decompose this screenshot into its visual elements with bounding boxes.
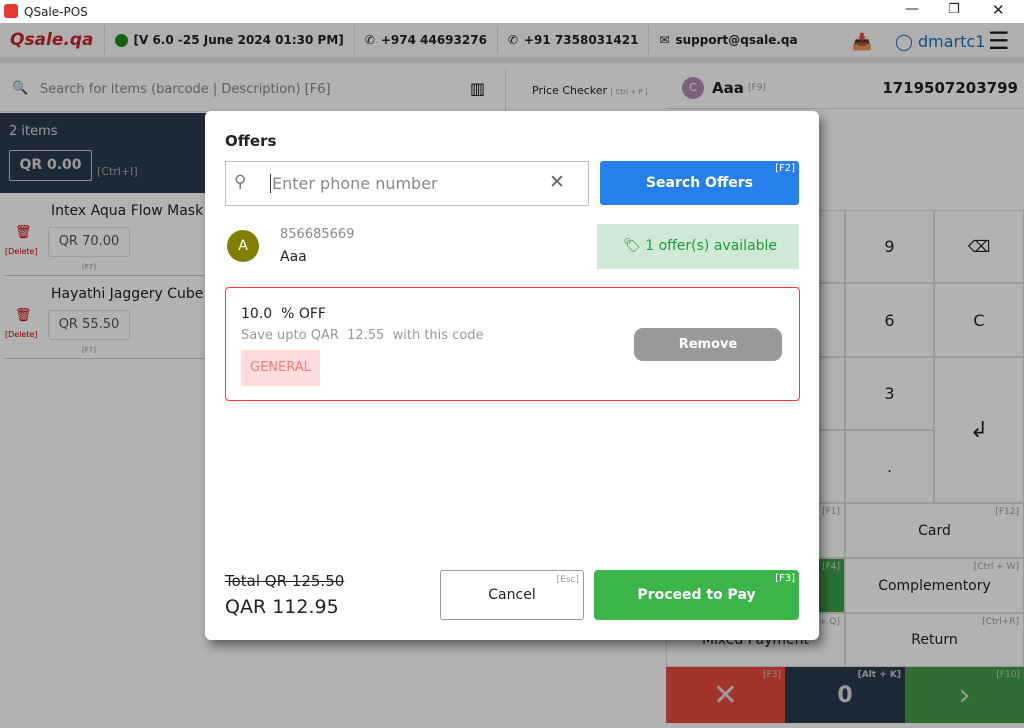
minimize-button[interactable]: — xyxy=(905,1,919,17)
phone-placeholder: Enter phone number xyxy=(270,174,438,193)
proceed-label: Proceed to Pay xyxy=(637,587,756,603)
shortcut: [F2] xyxy=(775,163,795,174)
cancel-button[interactable]: Cancel [Esc] xyxy=(440,570,584,620)
offers-dialog: Offers ⚲ Enter phone number ✕ Search Off… xyxy=(205,111,819,640)
close-window-button[interactable]: ✕ xyxy=(992,1,1005,19)
discounted-total: QAR 112.95 xyxy=(225,596,339,618)
customer-phone: 856685669 xyxy=(280,227,355,242)
search-icon: ⚲ xyxy=(234,172,247,192)
dialog-title: Offers xyxy=(225,132,277,150)
shortcut: [F3] xyxy=(775,573,795,584)
tag-icon: 🏷 xyxy=(623,238,641,254)
shortcut: [Esc] xyxy=(556,575,579,585)
offers-count: 1 offer(s) available xyxy=(645,238,778,254)
search-offers-button[interactable]: Search Offers [F2] xyxy=(600,161,799,205)
phone-input[interactable]: ⚲ Enter phone number ✕ xyxy=(225,161,589,206)
maximize-button[interactable]: ❐ xyxy=(948,2,960,17)
title-bar: QSale-POS — ❐ ✕ xyxy=(0,0,1024,23)
customer-name: Aaa xyxy=(280,249,307,265)
remove-offer-button[interactable]: Remove xyxy=(634,328,782,361)
proceed-to-pay-button[interactable]: Proceed to Pay [F3] xyxy=(594,570,799,620)
window-title: QSale-POS xyxy=(24,5,88,19)
app-icon xyxy=(4,4,18,18)
offer-card[interactable]: 10.0 % OFF Save upto QAR 12.55 with this… xyxy=(225,287,800,401)
offer-description: Save upto QAR 12.55 with this code xyxy=(241,328,484,343)
offers-available-badge: 🏷 1 offer(s) available xyxy=(597,224,799,269)
search-offers-label: Search Offers xyxy=(645,175,754,191)
clear-input-icon[interactable]: ✕ xyxy=(549,171,565,193)
cancel-label: Cancel xyxy=(488,587,536,603)
customer-avatar: A xyxy=(227,230,259,262)
offer-title: 10.0 % OFF xyxy=(241,306,326,322)
original-total: Total QR 125.50 xyxy=(225,572,345,590)
offer-code: GENERAL xyxy=(241,350,320,386)
